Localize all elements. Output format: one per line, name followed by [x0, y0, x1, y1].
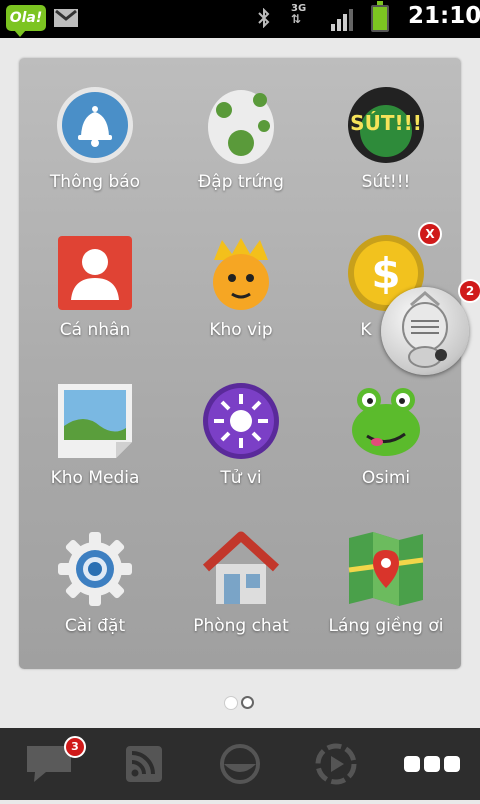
- image-icon: [56, 382, 134, 460]
- house-icon: [202, 530, 280, 608]
- app-label: Đập trứng: [198, 172, 284, 192]
- battery-icon: [371, 1, 389, 32]
- remove-badge[interactable]: X: [418, 222, 442, 246]
- rss-icon: [126, 746, 162, 782]
- svg-text:SÚT!!!: SÚT!!!: [350, 111, 422, 135]
- person-icon: [56, 234, 134, 312]
- app-lang-gieng-oi[interactable]: Láng giềng ơi: [316, 530, 456, 650]
- app-label: Tử vi: [220, 468, 262, 488]
- app-ca-nhan[interactable]: Cá nhân: [25, 234, 165, 354]
- app-phong-chat[interactable]: Phòng chat: [171, 530, 311, 650]
- app-kho-media[interactable]: Kho Media: [25, 382, 165, 502]
- knight-avatar-icon: [402, 291, 448, 368]
- app-osimi[interactable]: Osimi: [316, 382, 456, 502]
- app-label: Thông báo: [49, 172, 141, 192]
- sun-icon: [202, 382, 280, 460]
- clock: 21:10: [408, 3, 480, 29]
- bluetooth-icon: [258, 7, 270, 32]
- bottom-navigation: 3: [0, 728, 480, 800]
- app-sut[interactable]: SÚT!!! Sút!!!: [316, 86, 456, 206]
- app-label: Kho Media: [50, 468, 140, 488]
- messages-count-badge: 3: [64, 736, 86, 758]
- app-label: Phòng chat: [193, 616, 289, 636]
- gear-icon: [56, 530, 134, 608]
- app-dap-trung[interactable]: Đập trứng: [171, 86, 311, 206]
- app-label: Sút!!!: [361, 172, 411, 192]
- app-label: Osimi: [361, 468, 411, 488]
- app-cai-dat[interactable]: Cài đặt: [25, 530, 165, 650]
- app-label: Láng giềng ơi: [328, 616, 444, 636]
- music-icon: [315, 743, 357, 785]
- bell-icon: [56, 86, 134, 164]
- network-3g-icon: 3G ⇅: [291, 3, 307, 26]
- floating-chat-head[interactable]: [381, 287, 469, 375]
- ola-app-icon: Ola!: [6, 5, 46, 37]
- more-icon: [404, 756, 460, 772]
- nav-friends[interactable]: [192, 728, 288, 800]
- status-bar: Ola! 3G ⇅ 21:10: [0, 0, 480, 38]
- soccer-icon: SÚT!!!: [347, 86, 425, 164]
- app-tu-vi[interactable]: Tử vi: [171, 382, 311, 502]
- app-thong-bao[interactable]: Thông báo: [25, 86, 165, 206]
- app-label: Cá nhân: [59, 320, 131, 340]
- nav-messages[interactable]: 3: [0, 728, 96, 800]
- egg-icon: [202, 86, 280, 164]
- frog-icon: [347, 382, 425, 460]
- face-icon: [220, 744, 260, 784]
- chat-head-count-badge: 2: [458, 279, 480, 303]
- map-icon: [347, 530, 425, 608]
- king-icon: [202, 234, 280, 312]
- page-dot-active: [224, 696, 238, 710]
- nav-feed[interactable]: [96, 728, 192, 800]
- gmail-icon: [54, 9, 78, 27]
- signal-icon: [331, 9, 357, 31]
- app-label: Cài đặt: [64, 616, 126, 636]
- page-dot[interactable]: [241, 696, 254, 709]
- nav-more[interactable]: [384, 728, 480, 800]
- nav-music[interactable]: [288, 728, 384, 800]
